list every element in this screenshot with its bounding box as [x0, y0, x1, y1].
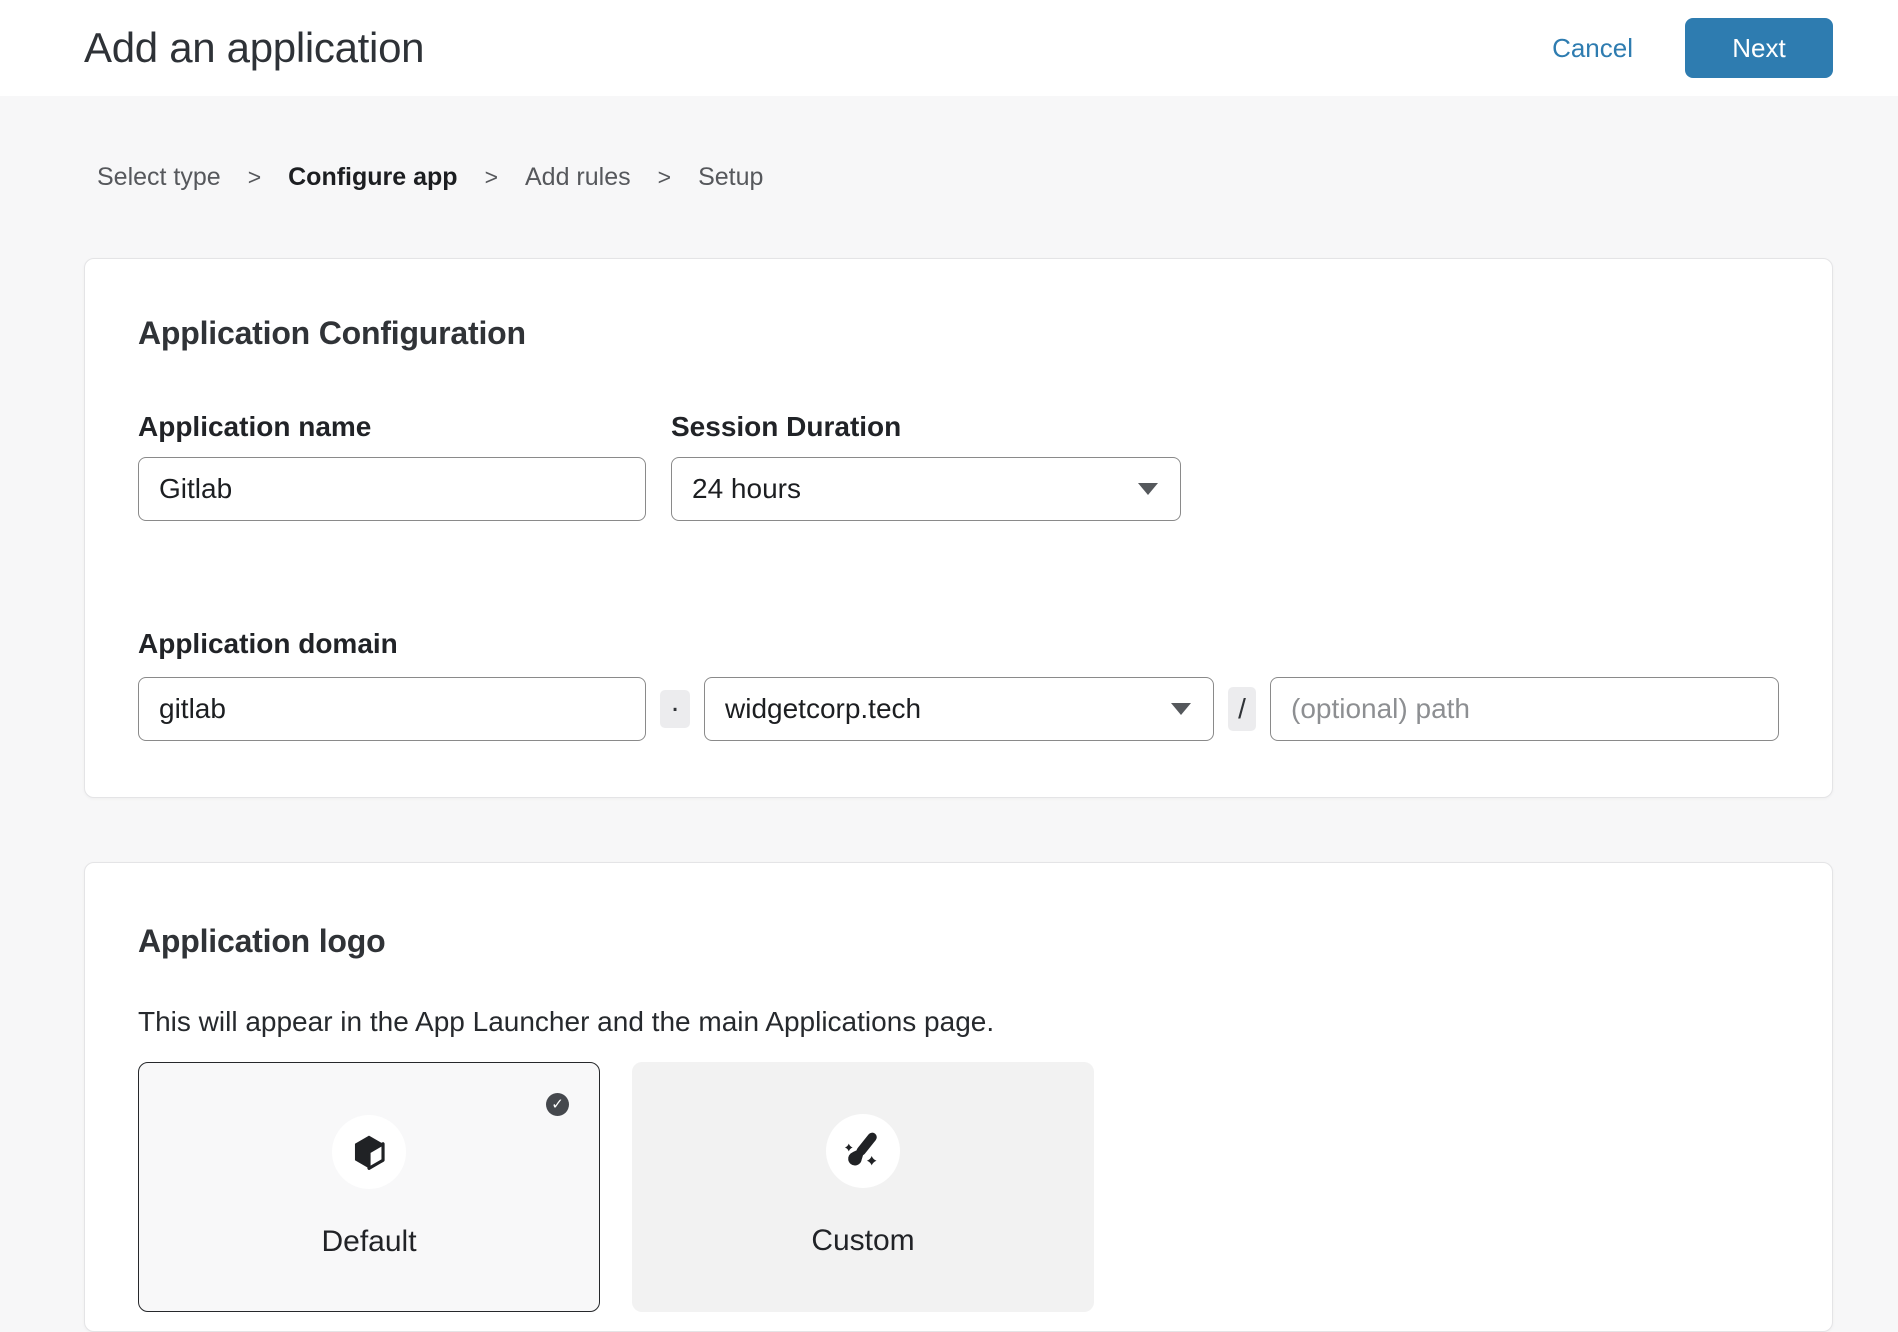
- breadcrumb-step-select-type[interactable]: Select type: [97, 163, 221, 192]
- application-domain-row: . widgetcorp.tech /: [138, 677, 1779, 741]
- logo-option-custom[interactable]: Custom: [632, 1062, 1094, 1312]
- chevron-down-icon: [1138, 483, 1158, 495]
- chevron-down-icon: [1171, 703, 1191, 715]
- logo-option-custom-label: Custom: [811, 1224, 914, 1258]
- next-button[interactable]: Next: [1685, 18, 1833, 78]
- breadcrumb-separator: >: [248, 164, 261, 191]
- custom-logo-circle: [826, 1114, 900, 1188]
- logo-heading: Application logo: [138, 923, 1779, 960]
- application-name-input[interactable]: [138, 457, 646, 521]
- session-duration-select[interactable]: 24 hours: [671, 457, 1181, 521]
- application-configuration-card: Application Configuration Application na…: [84, 258, 1833, 798]
- breadcrumb-separator: >: [658, 164, 671, 191]
- application-logo-card: Application logo This will appear in the…: [84, 862, 1833, 1332]
- default-logo-circle: [332, 1115, 406, 1189]
- page-title: Add an application: [84, 24, 424, 72]
- path-input[interactable]: [1270, 677, 1779, 741]
- configuration-heading: Application Configuration: [138, 315, 1779, 352]
- application-name-field: Application name: [138, 410, 646, 521]
- application-domain-label: Application domain: [138, 627, 1779, 660]
- logo-description: This will appear in the App Launcher and…: [138, 1006, 1779, 1038]
- page-header: Add an application Cancel Next: [0, 0, 1898, 96]
- domain-select[interactable]: widgetcorp.tech: [704, 677, 1214, 741]
- check-icon: ✓: [551, 1097, 564, 1112]
- subdomain-input[interactable]: [138, 677, 646, 741]
- breadcrumb-step-add-rules[interactable]: Add rules: [525, 163, 631, 192]
- header-actions: Cancel Next: [1552, 18, 1833, 78]
- cube-icon: [350, 1133, 388, 1171]
- dot-separator: .: [660, 690, 690, 728]
- breadcrumb-step-setup[interactable]: Setup: [698, 163, 763, 192]
- domain-select-value: widgetcorp.tech: [725, 693, 921, 725]
- paintbrush-icon: [841, 1129, 885, 1173]
- name-session-row: Application name Session Duration 24 hou…: [138, 410, 1779, 521]
- logo-option-default-label: Default: [321, 1225, 416, 1259]
- cancel-button[interactable]: Cancel: [1552, 33, 1633, 64]
- breadcrumb-step-configure-app[interactable]: Configure app: [288, 163, 457, 192]
- breadcrumb: Select type > Configure app > Add rules …: [97, 163, 1898, 192]
- logo-options: ✓ Default Custom: [138, 1062, 1779, 1312]
- slash-separator: /: [1228, 687, 1256, 731]
- session-duration-label: Session Duration: [671, 410, 1181, 443]
- session-duration-field: Session Duration 24 hours: [671, 410, 1181, 521]
- session-duration-value: 24 hours: [692, 473, 801, 505]
- breadcrumb-separator: >: [485, 164, 498, 191]
- logo-option-default[interactable]: ✓ Default: [138, 1062, 600, 1312]
- application-name-label: Application name: [138, 410, 646, 443]
- selected-badge: ✓: [546, 1093, 569, 1116]
